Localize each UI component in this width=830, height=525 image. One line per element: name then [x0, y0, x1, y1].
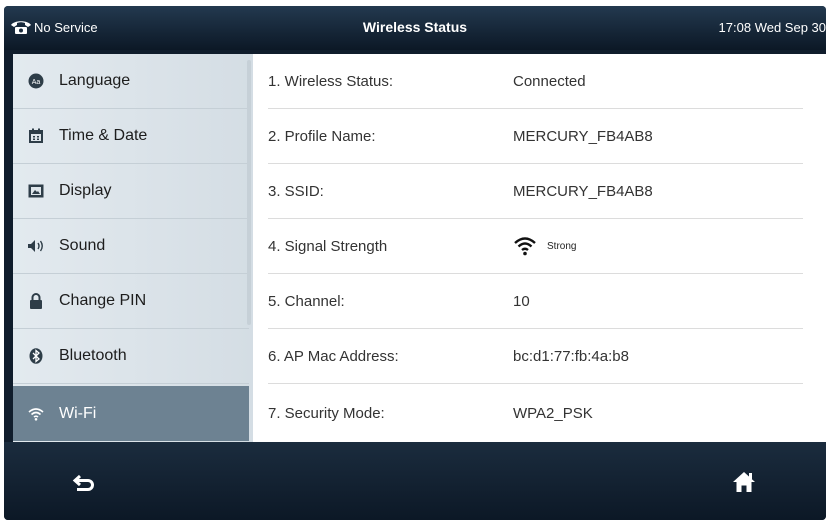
display-icon — [27, 182, 45, 200]
row-label: 5. Channel: — [268, 292, 345, 310]
sidebar-scrollbar[interactable] — [247, 60, 251, 325]
row-label: 4. Signal Strength — [268, 237, 388, 255]
row-label: 6. AP Mac Address: — [268, 347, 399, 365]
row-label: 2. Profile Name: — [268, 127, 376, 145]
status-row-profile-name: 2. Profile Name: MERCURY_FB4AB8 — [268, 109, 803, 164]
back-arrow-icon — [72, 474, 94, 491]
sidebar-item-language[interactable]: Aa Language — [13, 54, 249, 109]
sidebar-item-label: Time & Date — [59, 127, 148, 144]
sidebar: Aa Language Time & Date Display Sound Ch… — [13, 54, 253, 442]
bluetooth-icon — [27, 347, 45, 365]
sidebar-item-label: Bluetooth — [59, 347, 127, 364]
sidebar-item-label: Wi-Fi — [59, 404, 97, 422]
row-value: Strong — [513, 236, 576, 256]
wifi-signal-icon — [514, 237, 536, 256]
sidebar-item-bluetooth[interactable]: Bluetooth — [13, 329, 249, 384]
main-panel: Aa Language Time & Date Display Sound Ch… — [13, 54, 826, 442]
row-value: WPA2_PSK — [513, 405, 593, 422]
home-icon — [733, 472, 755, 492]
lock-icon — [27, 292, 45, 310]
sidebar-item-change-pin[interactable]: Change PIN — [13, 274, 249, 329]
status-row-channel: 5. Channel: 10 — [268, 274, 803, 329]
sidebar-item-display[interactable]: Display — [13, 164, 249, 219]
wifi-icon — [27, 405, 45, 423]
sidebar-item-sound[interactable]: Sound — [13, 219, 249, 274]
sidebar-item-label: Language — [59, 72, 131, 89]
sidebar-item-label: Sound — [59, 237, 106, 254]
page-title: Wireless Status — [362, 19, 468, 35]
sidebar-item-label: Display — [59, 182, 112, 199]
svg-text:Aa: Aa — [32, 79, 41, 86]
wireless-status-list: 1. Wireless Status: Connected 2. Profile… — [253, 54, 826, 442]
sidebar-item-wifi[interactable]: Wi-Fi — [13, 386, 249, 441]
sidebar-item-time-date[interactable]: Time & Date — [13, 109, 249, 164]
row-value: bc:d1:77:fb:4a:b8 — [513, 347, 629, 365]
language-icon: Aa — [27, 72, 45, 90]
row-label: 7. Security Mode: — [268, 405, 385, 422]
row-value: Connected — [513, 72, 586, 90]
row-label: 3. SSID: — [268, 182, 324, 200]
status-row-ap-mac-address: 6. AP Mac Address: bc:d1:77:fb:4a:b8 — [268, 329, 803, 384]
status-row-wireless-status: 1. Wireless Status: Connected — [268, 54, 803, 109]
softkey-bar — [4, 442, 826, 520]
phone-screen: No Service Wireless Status 17:08 Wed Sep… — [4, 6, 826, 520]
clock: 17:08 Wed Sep 30 — [718, 20, 826, 35]
home-button[interactable] — [724, 466, 764, 498]
row-value: MERCURY_FB4AB8 — [513, 182, 653, 200]
row-value: MERCURY_FB4AB8 — [513, 127, 653, 145]
row-value: 10 — [513, 292, 530, 310]
calendar-icon — [27, 127, 45, 145]
row-label: 1. Wireless Status: — [268, 72, 394, 90]
status-row-ssid: 3. SSID: MERCURY_FB4AB8 — [268, 164, 803, 219]
signal-strength-label: Strong — [547, 240, 577, 252]
speaker-icon — [27, 237, 45, 255]
status-bar: No Service Wireless Status 17:08 Wed Sep… — [4, 6, 826, 50]
back-button[interactable] — [64, 468, 104, 498]
sidebar-item-label: Change PIN — [59, 292, 147, 309]
status-row-signal-strength: 4. Signal Strength Strong — [268, 219, 803, 274]
status-row-security-mode: 7. Security Mode: WPA2_PSK — [268, 386, 803, 441]
